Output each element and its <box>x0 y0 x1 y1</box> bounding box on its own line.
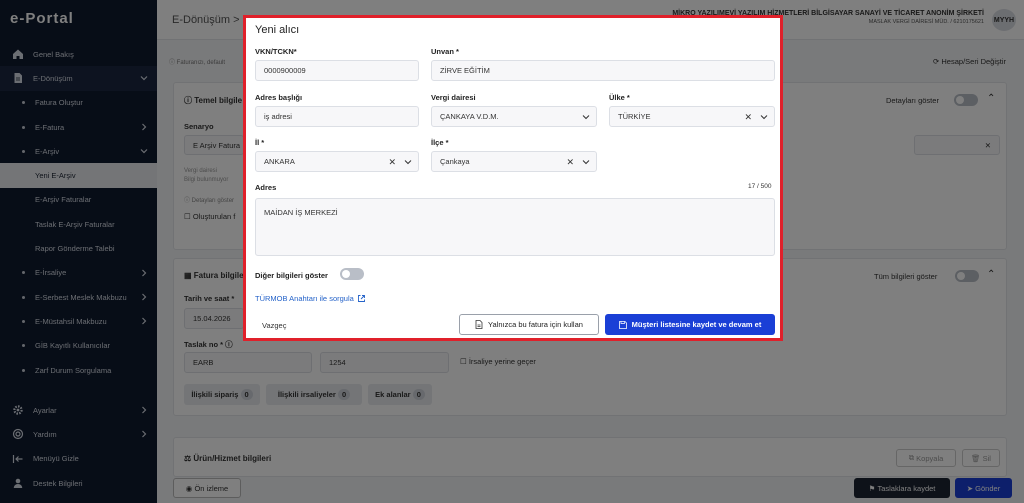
tax-office-value: ÇANKAYA V.D.M. <box>440 112 499 121</box>
other-info-toggle[interactable] <box>340 268 364 280</box>
chevron-down-icon <box>404 158 412 166</box>
province-select[interactable]: ANKARA ✕ <box>255 151 419 172</box>
clear-icon[interactable]: ✕ <box>388 157 396 168</box>
tax-office-select[interactable]: ÇANKAYA V.D.M. <box>431 106 597 127</box>
address-title-label: Adres başlığı <box>255 93 303 102</box>
save-icon <box>618 320 627 329</box>
address-char-counter: 17 / 500 <box>748 183 772 190</box>
use-only-this-invoice-label: Yalnızca bu fatura için kullan <box>488 320 583 329</box>
address-label: Adres <box>255 183 277 192</box>
vkn-label: VKN/TCKN* <box>255 47 297 56</box>
unvan-label: Unvan * <box>431 47 459 56</box>
address-textarea[interactable]: MAİDAN İŞ MERKEZİ <box>255 198 775 256</box>
district-label: İlçe * <box>431 138 449 147</box>
chevron-down-icon <box>582 158 590 166</box>
file-icon <box>475 320 483 329</box>
save-to-customer-list-label: Müşteri listesine kaydet ve devam et <box>631 320 762 329</box>
district-select[interactable]: Çankaya ✕ <box>431 151 597 172</box>
turmob-link-label: TÜRMOB Anahtarı ile sorgula <box>255 294 354 303</box>
other-info-label: Diğer bilgileri göster <box>255 271 328 280</box>
address-title-input[interactable]: iş adresi <box>255 106 419 127</box>
chevron-down-icon <box>582 113 590 121</box>
use-only-this-invoice-button[interactable]: Yalnızca bu fatura için kullan <box>459 314 599 335</box>
district-value: Çankaya <box>440 157 470 166</box>
turmob-link[interactable]: TÜRMOB Anahtarı ile sorgula <box>255 294 366 303</box>
country-value: TÜRKİYE <box>618 112 651 121</box>
country-label: Ülke * <box>609 93 630 102</box>
clear-icon[interactable]: ✕ <box>744 112 752 123</box>
unvan-input[interactable]: ZİRVE EĞİTİM <box>431 60 775 81</box>
clear-icon[interactable]: ✕ <box>566 157 574 168</box>
province-label: İl * <box>255 138 265 147</box>
chevron-down-icon <box>760 113 768 121</box>
new-recipient-modal: Yeni alıcı VKN/TCKN* 0000900009 Unvan * … <box>243 15 783 341</box>
vkn-input[interactable]: 0000900009 <box>255 60 419 81</box>
country-select[interactable]: TÜRKİYE ✕ <box>609 106 775 127</box>
cancel-link[interactable]: Vazgeç <box>262 321 286 330</box>
save-to-customer-list-button[interactable]: Müşteri listesine kaydet ve devam et <box>605 314 775 335</box>
province-value: ANKARA <box>264 157 295 166</box>
modal-title: Yeni alıcı <box>255 24 300 36</box>
tax-office-label: Vergi dairesi <box>431 93 476 102</box>
external-link-icon <box>357 294 366 303</box>
